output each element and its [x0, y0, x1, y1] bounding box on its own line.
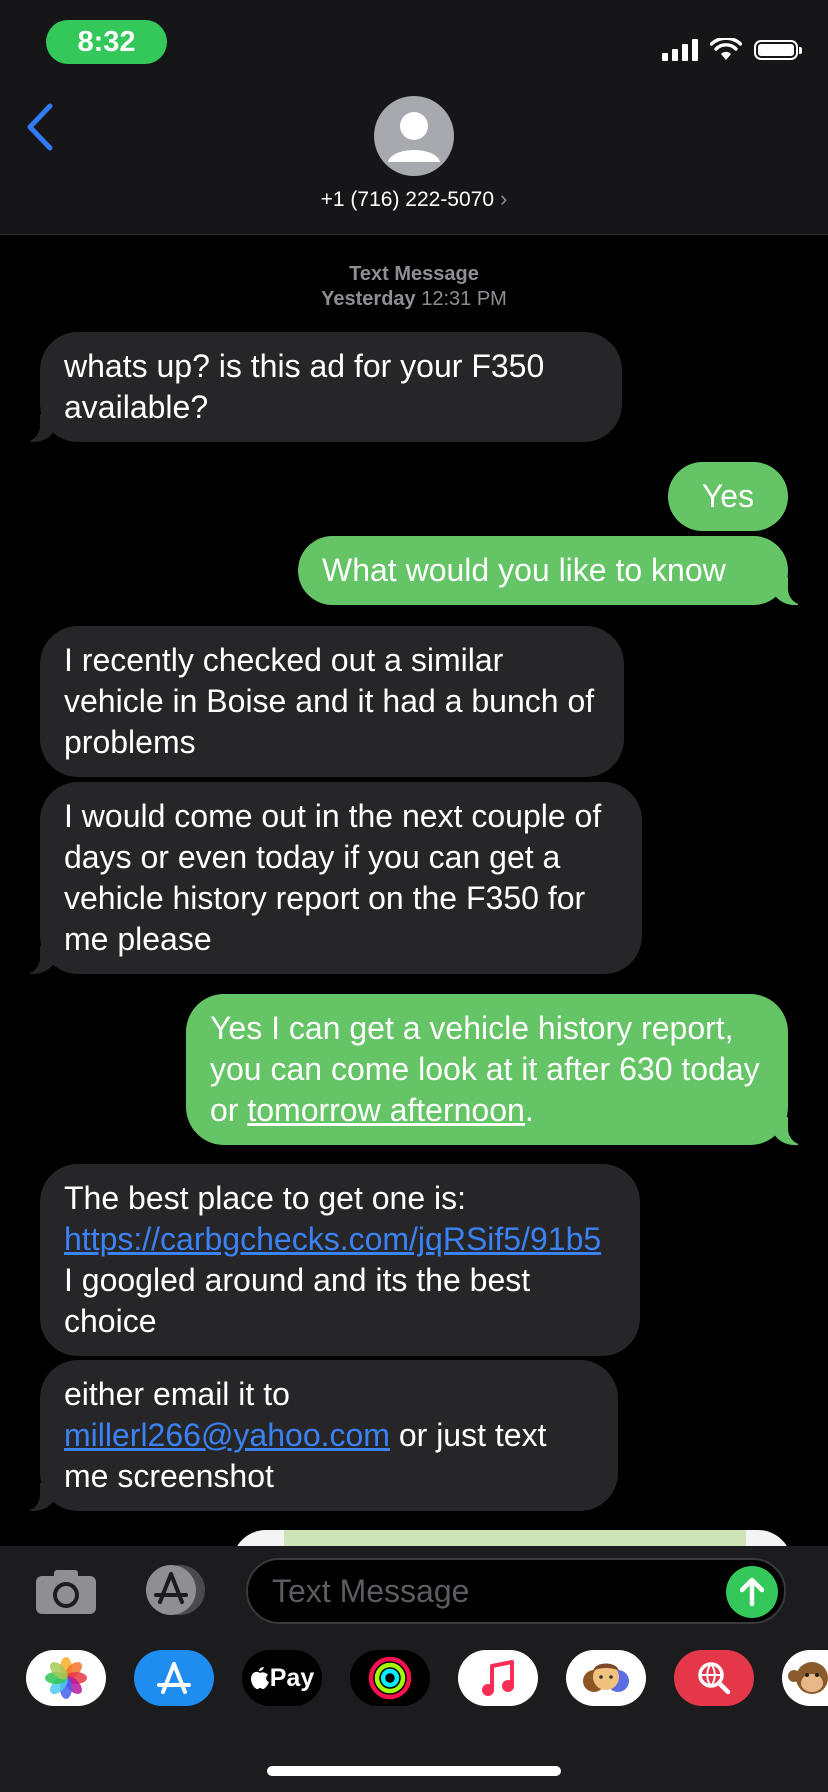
timestamp-day: Yesterday — [321, 288, 416, 310]
message-text: either email it to — [64, 1376, 290, 1412]
animoji-app[interactable] — [782, 1650, 828, 1706]
message-incoming[interactable]: The best place to get one is: https://ca… — [40, 1164, 640, 1356]
message-incoming[interactable]: either email it to millerl266@yahoo.com … — [18, 1360, 618, 1511]
activity-icon — [368, 1656, 412, 1700]
search-web-icon — [698, 1662, 731, 1695]
message-input[interactable] — [246, 1558, 786, 1624]
home-indicator[interactable] — [267, 1766, 561, 1776]
message-text: . — [524, 1092, 534, 1128]
music-app[interactable] — [458, 1650, 538, 1706]
timestamp-kind: Text Message — [349, 263, 479, 285]
apple-pay-app[interactable]: Pay — [242, 1650, 322, 1706]
message-text: Yes — [701, 478, 755, 514]
message-text: I recently checked out a similar vehicle… — [64, 642, 595, 760]
status-time-pill: 8:32 — [46, 20, 167, 64]
message-outgoing[interactable]: What would you like to know — [298, 536, 810, 605]
memoji-app[interactable] — [566, 1650, 646, 1706]
cellular-signal-icon — [662, 39, 698, 61]
contact-name[interactable]: +1 (716) 222-5070 › — [0, 186, 828, 212]
message-text: I would come out in the next couple of d… — [64, 798, 602, 957]
apple-icon — [250, 1667, 269, 1689]
timestamp-time: 12:31 PM — [421, 288, 507, 310]
memoji-icon — [583, 1663, 629, 1692]
url-link[interactable]: https://carbgchecks.com/jqRSif5/91b5 — [64, 1221, 601, 1257]
contact-number: +1 (716) 222-5070 — [320, 188, 495, 211]
composer-bar — [0, 1546, 828, 1634]
message-text: The best place to get one is: — [64, 1180, 467, 1216]
status-icons — [662, 36, 802, 64]
email-link[interactable]: millerl266@yahoo.com — [64, 1417, 390, 1453]
message-outgoing[interactable]: Yes — [668, 462, 788, 531]
message-incoming[interactable]: I would come out in the next couple of d… — [18, 782, 642, 974]
app-store-icon — [157, 1662, 191, 1694]
photos-app[interactable] — [26, 1650, 106, 1706]
camera-icon[interactable] — [34, 1568, 98, 1616]
apple-pay-label: Pay — [269, 1663, 315, 1692]
status-time: 8:32 — [77, 25, 136, 58]
activity-app[interactable] — [350, 1650, 430, 1706]
message-text: What would you like to know — [322, 552, 726, 588]
battery-icon — [754, 40, 802, 60]
send-arrow-icon — [739, 1577, 765, 1607]
back-chevron-icon[interactable] — [22, 102, 56, 152]
app-store-app[interactable] — [134, 1650, 214, 1706]
message-text: I googled around and its the best choice — [64, 1262, 531, 1339]
photos-icon — [45, 1657, 87, 1699]
message-text: whats up? is this ad for your F350 avail… — [64, 348, 545, 425]
message-timestamp: Text Message Yesterday 12:31 PM — [0, 262, 828, 312]
message-outgoing[interactable]: Yes I can get a vehicle history report, … — [186, 994, 810, 1145]
person-icon — [388, 112, 440, 162]
message-incoming[interactable]: whats up? is this ad for your F350 avail… — [18, 332, 622, 442]
web-search-app[interactable] — [674, 1650, 754, 1706]
send-button[interactable] — [726, 1566, 778, 1618]
date-link[interactable]: tomorrow afternoon — [247, 1092, 524, 1128]
chevron-right-icon: › — [500, 186, 508, 211]
app-store-icon[interactable] — [140, 1564, 210, 1616]
message-incoming[interactable]: I recently checked out a similar vehicle… — [40, 626, 624, 777]
monkey-icon — [788, 1662, 828, 1694]
contact-avatar[interactable] — [374, 96, 454, 176]
wifi-icon — [710, 38, 742, 60]
music-icon — [482, 1660, 514, 1696]
